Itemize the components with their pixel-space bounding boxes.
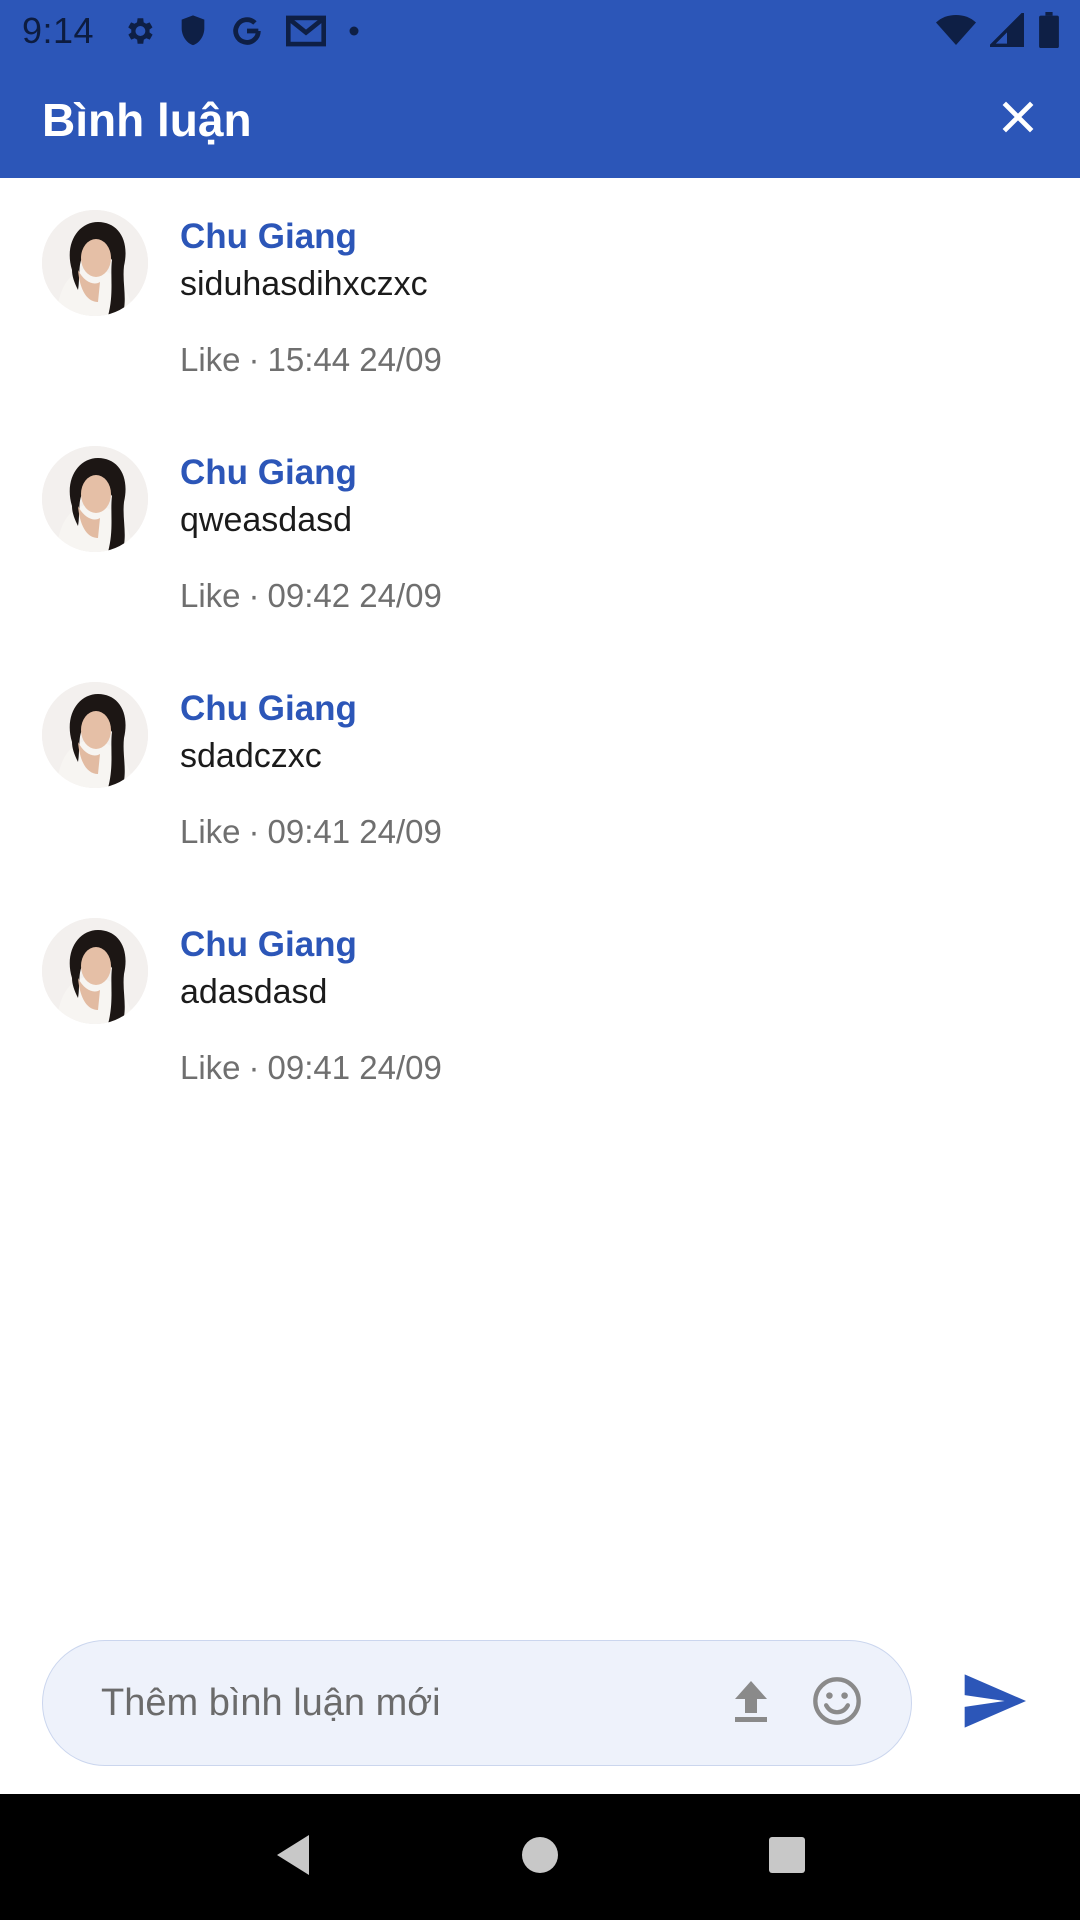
comment-meta: Like · 09:42 24/09	[180, 574, 442, 618]
page-title: Bình luận	[42, 93, 252, 146]
meta-separator: ·	[248, 341, 260, 378]
avatar[interactable]	[42, 446, 148, 552]
nav-back-button[interactable]	[253, 1817, 333, 1897]
close-icon	[1000, 99, 1036, 140]
comment-author[interactable]: Chu Giang	[180, 214, 442, 260]
system-nav-bar	[0, 1794, 1080, 1920]
comment-author[interactable]: Chu Giang	[180, 686, 442, 732]
shield-icon	[178, 14, 208, 48]
comment-item: Chu Giang siduhasdihxczxc Like · 15:44 2…	[0, 178, 1080, 414]
like-button[interactable]: Like	[180, 1046, 241, 1090]
comment-text: siduhasdihxczxc	[180, 265, 428, 303]
comment-timestamp: 15:44 24/09	[267, 341, 442, 378]
upload-icon	[731, 1679, 771, 1728]
comment-input[interactable]	[101, 1681, 723, 1725]
back-icon	[273, 1833, 313, 1882]
avatar[interactable]	[42, 682, 148, 788]
send-button[interactable]	[958, 1671, 1030, 1735]
avatar-photo	[42, 446, 148, 552]
google-icon	[230, 14, 264, 48]
comment-text: qweasdasd	[180, 501, 353, 539]
emoji-button[interactable]	[809, 1675, 865, 1731]
wifi-icon	[936, 13, 976, 52]
status-system-icons	[936, 10, 1060, 53]
avatar[interactable]	[42, 210, 148, 316]
send-icon	[962, 1673, 1026, 1733]
home-icon	[520, 1835, 560, 1880]
comment-meta: Like · 09:41 24/09	[180, 810, 442, 854]
avatar[interactable]	[42, 918, 148, 1024]
like-button[interactable]: Like	[180, 338, 241, 382]
comment-composer	[42, 1640, 912, 1766]
status-bar: 9:14	[0, 0, 1080, 61]
comment-timestamp: 09:42 24/09	[267, 577, 442, 614]
comment-timestamp: 09:41 24/09	[267, 813, 442, 850]
comment-text: adasdasd	[180, 973, 328, 1011]
comment-list: Chu Giang siduhasdihxczxc Like · 15:44 2…	[0, 178, 1080, 1122]
meta-separator: ·	[248, 1049, 260, 1086]
comment-author[interactable]: Chu Giang	[180, 922, 442, 968]
dot-icon	[348, 25, 360, 37]
like-button[interactable]: Like	[180, 810, 241, 854]
avatar-photo	[42, 918, 148, 1024]
upload-button[interactable]	[723, 1675, 779, 1731]
status-time: 9:14	[22, 9, 95, 51]
battery-icon	[1038, 12, 1060, 53]
comment-item: Chu Giang qweasdasd Like · 09:42 24/09	[0, 414, 1080, 650]
comment-timestamp: 09:41 24/09	[267, 1049, 442, 1086]
comment-meta: Like · 09:41 24/09	[180, 1046, 442, 1090]
nav-recents-button[interactable]	[747, 1817, 827, 1897]
comment-item: Chu Giang sdadczxc Like · 09:41 24/09	[0, 650, 1080, 886]
recents-icon	[767, 1835, 807, 1880]
avatar-photo	[42, 682, 148, 788]
nav-home-button[interactable]	[500, 1817, 580, 1897]
app-bar: Bình luận	[0, 61, 1080, 178]
gmail-icon	[286, 15, 327, 47]
like-button[interactable]: Like	[180, 574, 241, 618]
comment-meta: Like · 15:44 24/09	[180, 338, 442, 382]
status-notification-icons	[122, 14, 360, 48]
signal-icon	[987, 10, 1024, 52]
meta-separator: ·	[248, 577, 260, 614]
comment-author[interactable]: Chu Giang	[180, 450, 442, 496]
gear-icon	[122, 14, 156, 48]
meta-separator: ·	[248, 813, 260, 850]
comment-item: Chu Giang adasdasd Like · 09:41 24/09	[0, 886, 1080, 1122]
emoji-icon	[811, 1675, 863, 1732]
avatar-photo	[42, 210, 148, 316]
close-button[interactable]	[986, 88, 1050, 152]
comment-text: sdadczxc	[180, 737, 322, 775]
